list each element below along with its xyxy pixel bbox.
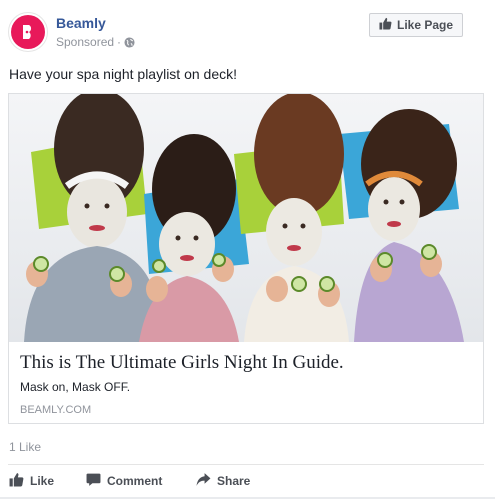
link-title[interactable]: This is The Ultimate Girls Night In Guid… bbox=[20, 352, 344, 374]
like-label: Like bbox=[30, 474, 55, 488]
link-preview-image[interactable] bbox=[9, 94, 483, 342]
share-button[interactable]: Share bbox=[196, 472, 250, 490]
likes-count[interactable]: 1 Like bbox=[9, 440, 41, 454]
like-button[interactable]: Like bbox=[9, 472, 54, 490]
link-preview-card[interactable]: This is The Ultimate Girls Night In Guid… bbox=[8, 93, 484, 424]
separator-dot: · bbox=[117, 35, 122, 49]
post-message: Have your spa night playlist on deck! bbox=[9, 66, 238, 82]
page-name-link[interactable]: Beamly bbox=[56, 15, 106, 31]
sponsored-post: Beamly Sponsored · Like Page Have your s… bbox=[0, 0, 495, 499]
like-page-label: Like Page bbox=[396, 18, 454, 32]
comment-button[interactable]: Comment bbox=[86, 472, 162, 490]
beamly-logo-icon bbox=[11, 15, 45, 49]
globe-icon bbox=[124, 36, 135, 48]
thumbs-up-icon bbox=[9, 472, 24, 490]
share-label: Share bbox=[217, 474, 251, 488]
page-avatar[interactable] bbox=[8, 12, 48, 52]
link-domain: BEAMLY.COM bbox=[20, 404, 92, 416]
sponsored-label[interactable]: Sponsored bbox=[56, 35, 114, 49]
comment-label: Comment bbox=[107, 474, 163, 488]
like-page-button[interactable]: Like Page bbox=[369, 13, 463, 37]
share-icon bbox=[196, 472, 211, 490]
thumbs-up-icon bbox=[379, 17, 392, 33]
link-description: Mask on, Mask OFF. bbox=[20, 380, 131, 394]
sponsored-row: Sponsored · bbox=[56, 35, 135, 49]
divider bbox=[8, 464, 484, 465]
comment-icon bbox=[86, 472, 101, 490]
